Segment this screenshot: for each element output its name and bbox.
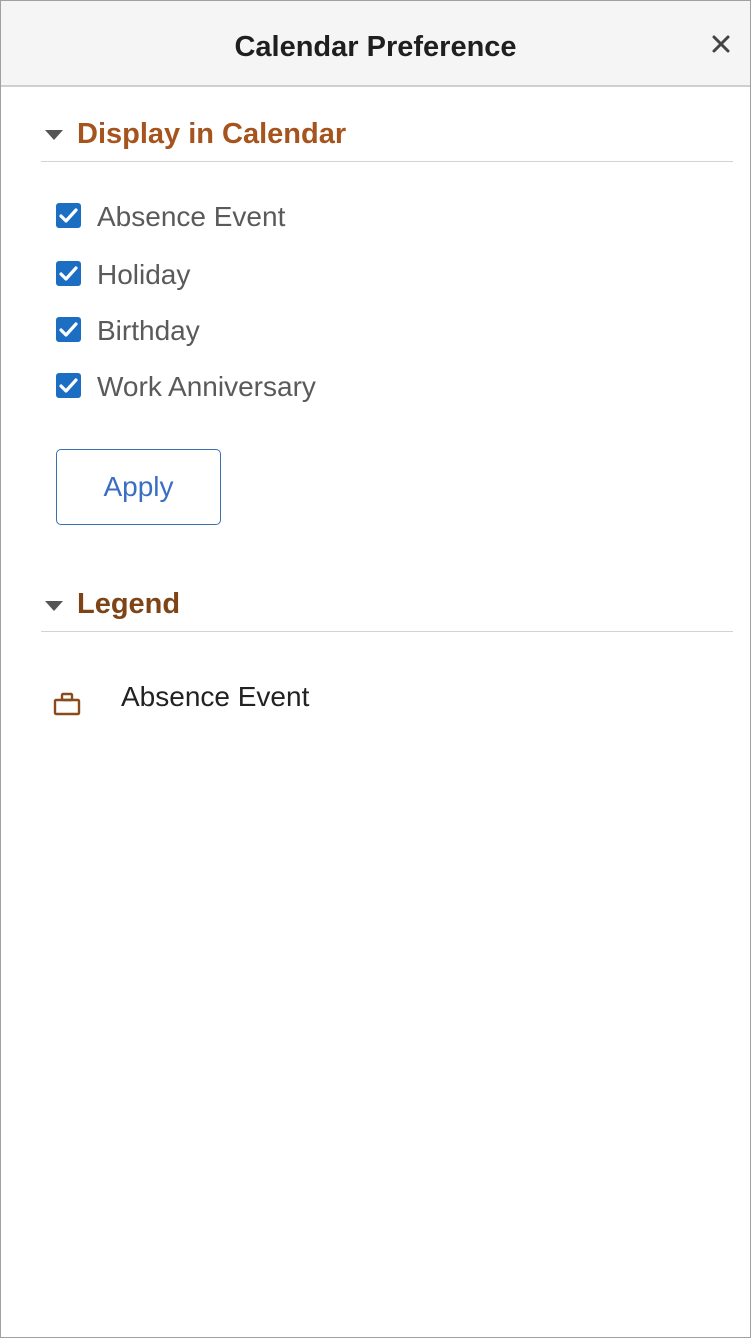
collapse-triangle-icon (45, 130, 63, 140)
close-icon (712, 35, 730, 53)
checkbox-label: Birthday (97, 315, 200, 346)
display-in-calendar-title: Display in Calendar (77, 118, 347, 150)
apply-button[interactable]: Apply (56, 449, 221, 525)
dialog-title: Calendar Preference (234, 31, 517, 63)
checkbox-checked-icon[interactable] (56, 261, 81, 286)
legend-section-header[interactable]: Legend (41, 583, 733, 632)
checkbox-label: Absence Event (97, 201, 286, 232)
close-button[interactable] (708, 31, 736, 59)
checkbox-label: Work Anniversary (97, 371, 316, 402)
briefcase-icon (53, 692, 81, 716)
legend-title: Legend (77, 588, 181, 620)
checkbox-checked-icon[interactable] (56, 373, 81, 398)
checkbox-checked-icon[interactable] (56, 317, 81, 342)
legend-item-label: Absence Event (121, 681, 310, 712)
checkbox-label: Holiday (97, 259, 191, 290)
checkbox-checked-icon[interactable] (56, 203, 81, 228)
display-in-calendar-section-header[interactable]: Display in Calendar (41, 111, 733, 162)
calendar-preference-dialog: Calendar Preference Display in Calendar … (0, 0, 751, 1338)
collapse-triangle-icon (45, 601, 63, 611)
dialog-header: Calendar Preference (1, 1, 750, 87)
